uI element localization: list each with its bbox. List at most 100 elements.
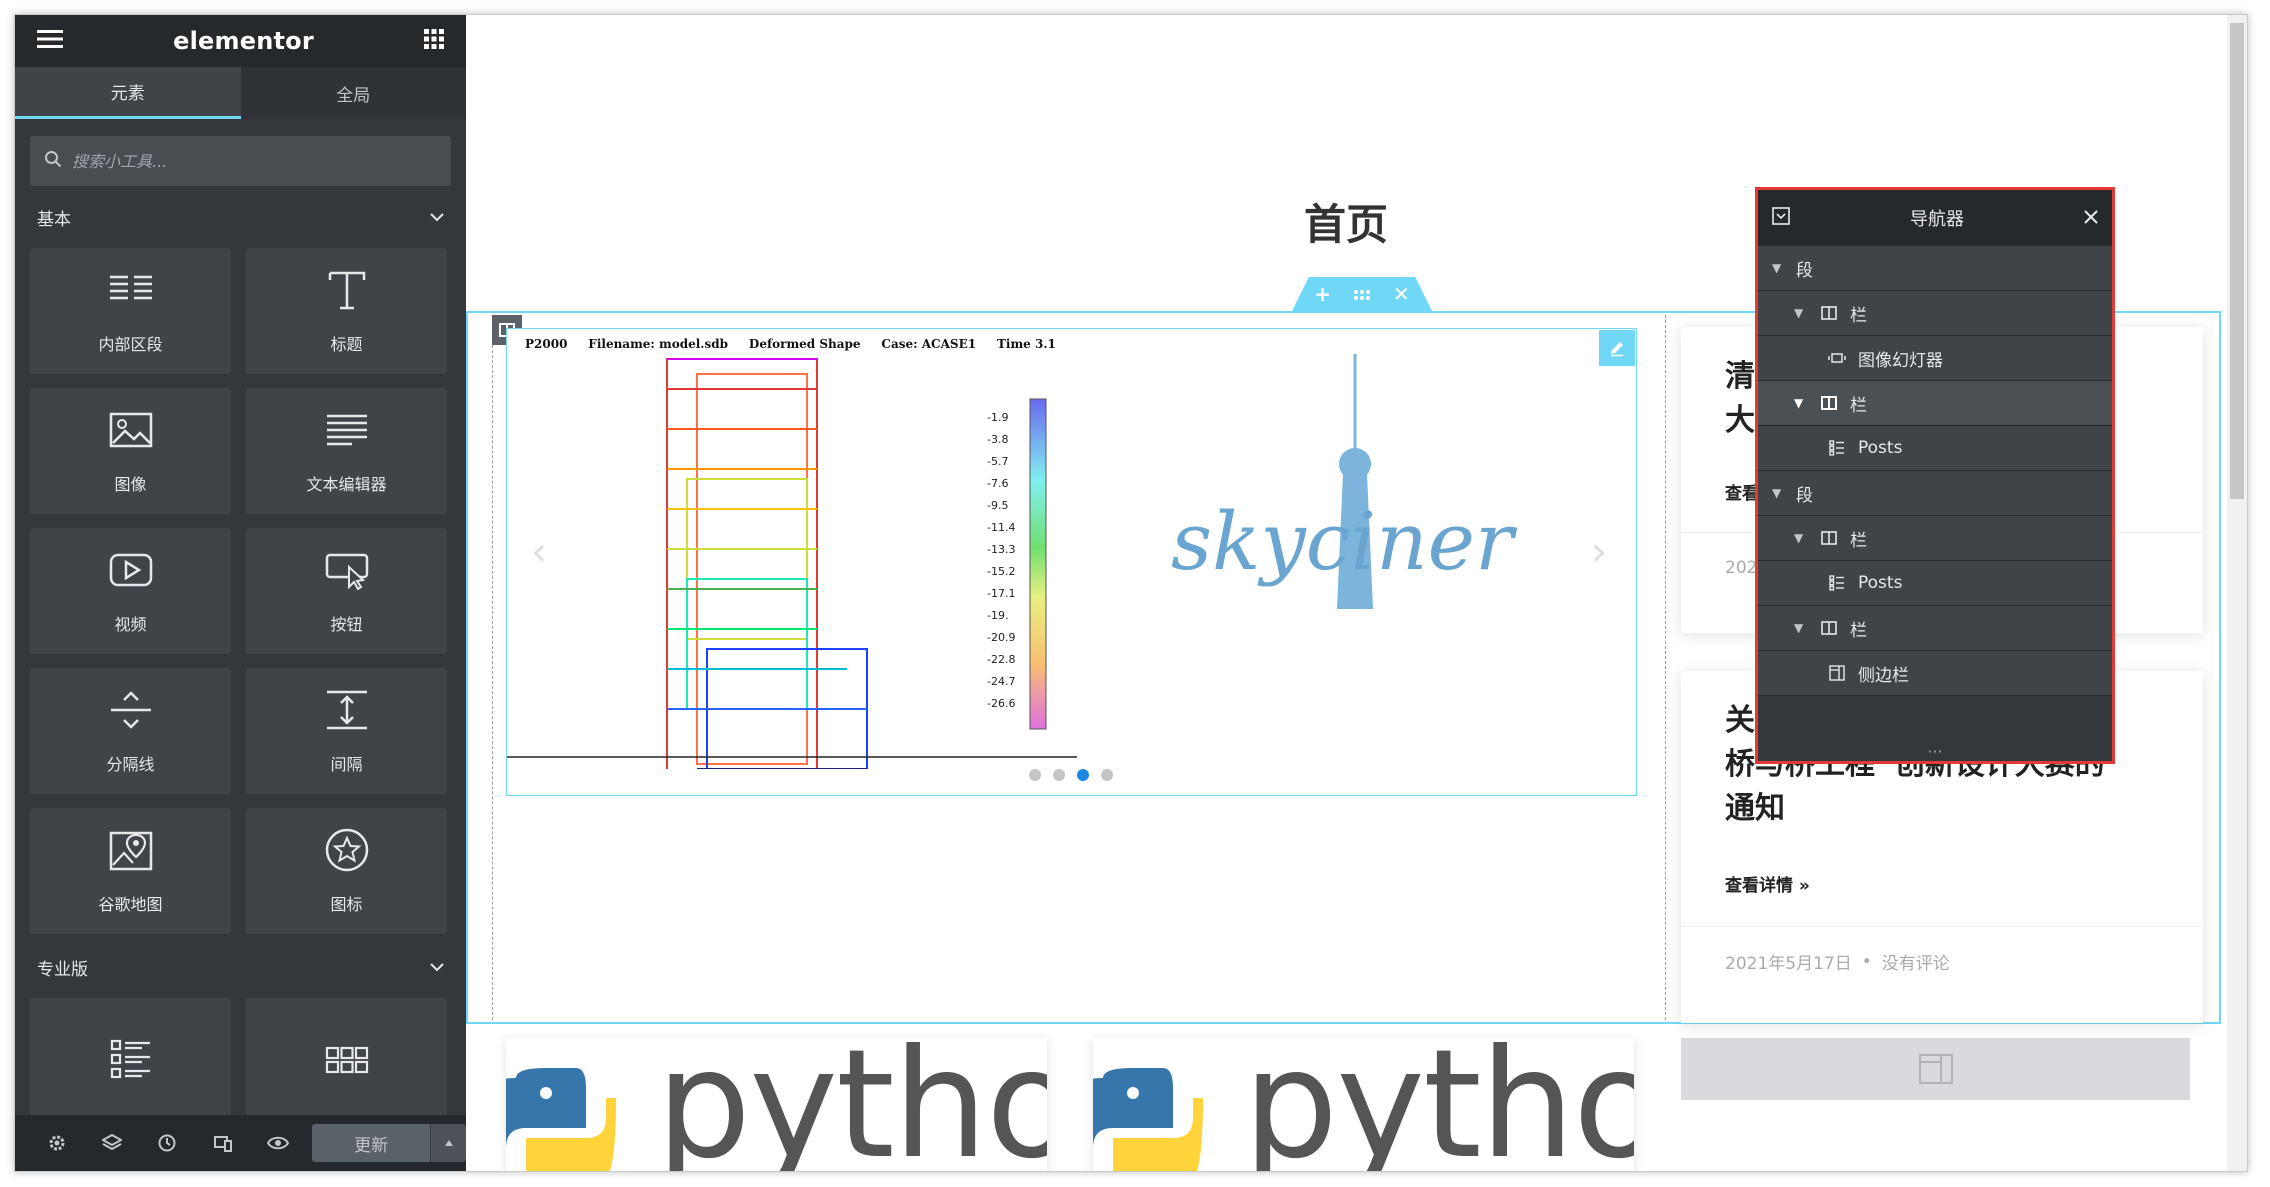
legend-tick: -1.9 [987,411,1008,424]
responsive-mode-icon[interactable] [195,1115,250,1171]
python-post-card[interactable]: python [1093,1038,1634,1172]
navigator-item-column[interactable]: ▼ 栏 [1758,516,2112,561]
panel-footer: 更新 [15,1115,467,1171]
legend-tick: -17.1 [987,587,1015,600]
navigator-resize-handle[interactable]: ··· [1758,741,2112,761]
navigator-item-label: 栏 [1850,305,1867,326]
category-basic-label: 基本 [37,209,71,230]
widget-inner-section[interactable]: 内部区段 [30,248,231,374]
slider-dot[interactable] [1053,769,1065,781]
search-input[interactable] [72,151,437,171]
slider-dot[interactable] [1029,769,1041,781]
navigator-item-label: 段 [1796,485,1813,506]
post-comments: 没有评论 [1881,954,1950,974]
widget-label: 内部区段 [98,335,163,354]
legend-tick: -26.6 [987,697,1015,710]
widget-posts[interactable] [30,998,231,1124]
widget-grid-pro [15,998,466,1124]
widget-grid-basic: 内部区段 标题 图像 文本编辑器 视频 按钮 分隔线 间隔 谷歌地图 图标 [15,248,466,934]
widget-text-editor[interactable]: 文本编辑器 [246,388,447,514]
hamburger-menu-icon[interactable] [37,29,63,53]
column-divider [492,315,493,1020]
search-icon [44,150,62,172]
tab-global[interactable]: 全局 [240,67,466,119]
widget-label: 谷歌地图 [98,895,163,914]
close-icon[interactable] [2084,208,2098,229]
navigator-item-section[interactable]: ▼ 段 [1758,246,2112,291]
tab-elements[interactable]: 元素 [15,67,241,119]
widget-icon[interactable]: 图标 [246,808,447,934]
widget-heading[interactable]: 标题 [246,248,447,374]
editor-window: elementor 元素 全局 基本 [14,14,2248,1172]
navigator-item-label: 段 [1796,260,1813,281]
navigator-item-column[interactable]: ▼ 栏 [1758,291,2112,336]
navigator-item-label: Posts [1858,573,1903,593]
python-post-card[interactable]: python [506,1038,1047,1171]
post-date: 2021年5月17日 [1725,954,1852,974]
inner-section-icon [108,267,154,317]
caret-down-icon[interactable]: ▼ [1794,396,1808,410]
category-basic[interactable]: 基本 [15,186,466,248]
widget-label: 标题 [330,335,363,354]
chevron-down-icon [430,207,444,227]
column-icon [1818,304,1840,322]
widget-search-box [30,136,451,186]
navigator-item-posts[interactable]: Posts [1758,561,2112,606]
history-icon[interactable] [140,1115,195,1171]
canvas-scrollbar[interactable] [2227,15,2247,1171]
navigator-item-column[interactable]: ▼ 栏 [1758,606,2112,651]
widget-google-map[interactable]: 谷歌地图 [30,808,231,934]
caret-down-icon[interactable]: ▼ [1772,261,1786,275]
widget-label: 图标 [330,895,363,914]
navigator-header[interactable]: 导航器 [1758,190,2112,246]
update-button[interactable]: 更新 [311,1124,431,1162]
caret-down-icon[interactable]: ▼ [1794,306,1808,320]
slider-dot-active[interactable] [1077,769,1089,781]
panel-tabs: 元素 全局 [15,67,466,119]
read-more-link[interactable]: 查看详情 » [1681,871,2203,896]
page-title: 首页 [1304,200,1389,249]
widget-button[interactable]: 按钮 [246,528,447,654]
settings-gear-icon[interactable] [29,1115,84,1171]
star-icon [324,827,370,877]
caret-down-icon[interactable]: ▼ [1794,531,1808,545]
widget-spacer[interactable]: 间隔 [246,668,447,794]
caret-down-icon[interactable]: ▼ [1772,486,1786,500]
layers-navigator-icon[interactable] [84,1115,139,1171]
widget-image[interactable]: 图像 [30,388,231,514]
scrollbar-thumb[interactable] [2230,23,2244,499]
navigator-item-column-selected[interactable]: ▼ 栏 [1758,381,2112,426]
map-icon [108,827,154,877]
heading-icon [324,267,370,317]
section-handle: + ✕ [1292,277,1432,311]
slider-dot[interactable] [1101,769,1113,781]
widget-divider[interactable]: 分隔线 [30,668,231,794]
add-section-icon[interactable]: + [1314,282,1331,306]
python-wordmark: python [1243,1038,1634,1172]
delete-section-icon[interactable]: ✕ [1393,282,1410,306]
navigator-item-label: 侧边栏 [1858,665,1909,686]
legend-tick: -19. [987,609,1008,622]
caret-down-icon[interactable]: ▼ [1794,621,1808,635]
widget-video[interactable]: 视频 [30,528,231,654]
widgets-grid-icon[interactable] [424,29,444,53]
image-slider[interactable]: P2000 Filename: model.sdb Deformed Shape… [506,328,1637,796]
legend-tick: -15.2 [987,565,1015,578]
sidebar-placeholder[interactable] [1681,1038,2190,1100]
widget-label: 视频 [114,615,147,634]
navigator-item-slides[interactable]: 图像幻灯器 [1758,336,2112,381]
widget-portfolio[interactable] [246,998,447,1124]
navigator-item-sidebar[interactable]: 侧边栏 [1758,651,2112,696]
edit-widget-pencil-icon[interactable] [1599,330,1635,366]
navigator-item-section[interactable]: ▼ 段 [1758,471,2112,516]
collapse-all-icon[interactable] [1772,206,1790,230]
slider-prev-arrow[interactable]: ‹ [531,529,547,575]
elementor-panel: elementor 元素 全局 基本 [15,15,467,1171]
preview-eye-icon[interactable] [250,1115,305,1171]
posts-icon [108,1036,154,1086]
drag-handle-icon[interactable] [1353,282,1371,306]
navigator-item-posts[interactable]: Posts [1758,426,2112,471]
slider-next-arrow[interactable]: › [1591,529,1607,575]
caret-up-icon[interactable] [430,1124,467,1162]
category-pro[interactable]: 专业版 [15,936,466,998]
